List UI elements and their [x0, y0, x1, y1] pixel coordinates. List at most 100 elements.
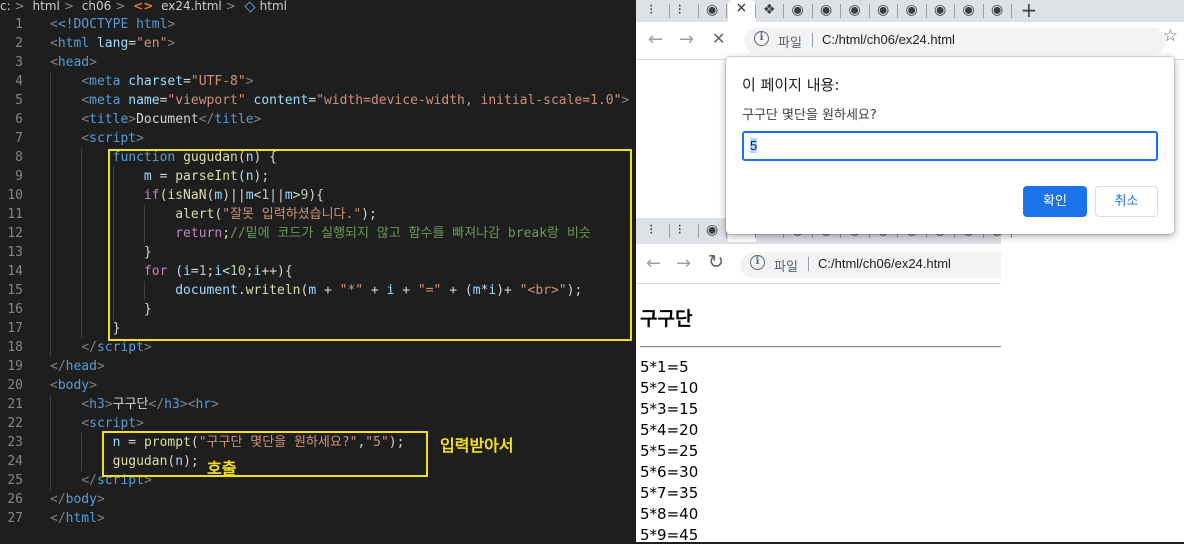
line-number: 8 [15, 150, 23, 165]
code-token: "width=device-width, initial-scale=1.0" [316, 93, 622, 108]
code-punct: < [50, 17, 58, 32]
code-punct: > [167, 36, 176, 51]
code-punct: </ [50, 492, 66, 507]
code-punct [50, 131, 81, 146]
code-line[interactable]: 19 </head> [0, 357, 636, 376]
tab[interactable]: ◉ [927, 0, 955, 22]
result-line: 5*4=20 [640, 421, 699, 439]
code-text: <title>Document</title> [50, 110, 261, 129]
stop-icon[interactable]: ✕ [712, 29, 725, 48]
tab[interactable]: ◉ [899, 0, 927, 22]
tab-active[interactable]: × [727, 0, 756, 22]
code-line[interactable]: 20 <body> [0, 376, 636, 395]
code-token: title [214, 112, 254, 127]
code-text: <meta name="viewport" content="width=dev… [50, 91, 629, 110]
forward-icon[interactable]: → [676, 253, 691, 274]
tab-favicon-icon: ⁝ [677, 2, 682, 18]
tab-favicon-icon: ⁝ [677, 222, 682, 238]
code-line[interactable]: 6 <title>Document</title> [0, 110, 636, 129]
back-icon[interactable]: ← [646, 253, 661, 274]
address-bar[interactable]: i 파일 C:/html/ch06/ex24.html [744, 28, 1166, 54]
code-line[interactable]: 26 </body> [0, 490, 636, 509]
reload-icon[interactable]: ↻ [708, 251, 724, 273]
info-icon[interactable]: i [750, 255, 765, 270]
back-icon[interactable]: ← [648, 29, 663, 50]
close-tab-icon[interactable]: × [736, 0, 748, 16]
divider [812, 33, 813, 47]
new-tab-icon[interactable]: + [1021, 0, 1038, 22]
line-number: 10 [7, 188, 23, 203]
tab[interactable]: ◉ [813, 0, 841, 22]
line-number: 19 [7, 359, 23, 374]
bookmark-star-icon[interactable]: ☆ [1163, 26, 1178, 46]
dialog-message: 구구단 몇단을 원하세요? [742, 108, 877, 123]
code-token: name [128, 93, 160, 108]
tab[interactable]: ⁝ [671, 0, 699, 22]
line-number: 26 [7, 492, 23, 507]
breadcrumb-symbol[interactable]: html [260, 0, 287, 13]
code-punct [50, 340, 81, 355]
code-token: h3 [164, 397, 180, 412]
tab[interactable]: ⁝ [671, 220, 699, 242]
code-punct: > [143, 340, 152, 355]
code-punct: < [81, 112, 90, 127]
tab[interactable]: ◉ [785, 0, 813, 22]
code-text: <h3>구구단</h3><hr> [50, 395, 219, 414]
code-token: head [65, 359, 97, 374]
code-line[interactable]: 4 <meta charset="UTF-8"> [0, 72, 636, 91]
code-punct: > [96, 511, 105, 526]
code-line[interactable]: 1 <<!DOCTYPE html> [0, 15, 636, 34]
ok-button[interactable]: 확인 [1023, 186, 1087, 217]
url-text[interactable]: C:/html/ch06/ex24.html [818, 256, 951, 271]
url-text[interactable]: C:/html/ch06/ex24.html [822, 32, 955, 47]
code-punct: > [104, 397, 113, 412]
code-line[interactable]: 7 <script> [0, 129, 636, 148]
tab[interactable]: ◉ [984, 0, 1012, 22]
breadcrumb-file[interactable]: ex24.html [161, 0, 222, 13]
tab[interactable]: ❖ [756, 0, 784, 22]
result-line: 5*7=35 [640, 484, 699, 502]
annotation-call: 호출 [207, 459, 237, 478]
code-token: head [57, 55, 90, 70]
tab[interactable]: ◉ [842, 0, 870, 22]
code-line[interactable]: 27 </html> [0, 509, 636, 528]
line-number: 14 [7, 264, 23, 279]
breadcrumb-drive[interactable]: c: [0, 0, 11, 13]
code-punct: < [81, 397, 90, 412]
forward-icon[interactable]: → [679, 29, 694, 50]
code-punct [128, 17, 136, 32]
line-number: 16 [7, 302, 23, 317]
code-line[interactable]: 5 <meta name="viewport" content="width=d… [0, 91, 636, 110]
cancel-button[interactable]: 취소 [1095, 186, 1158, 217]
prompt-input[interactable]: 5 [742, 131, 1158, 161]
code-punct [50, 416, 81, 431]
breadcrumb-folder-ch06[interactable]: ch06 [82, 0, 111, 13]
tab[interactable]: ◉ [870, 0, 898, 22]
code-token: meta [89, 93, 121, 108]
code-text: <script> [50, 129, 144, 148]
code-punct: = [128, 36, 137, 51]
code-line[interactable]: 21 <h3>구구단</h3><hr> [0, 395, 636, 414]
tab[interactable]: ◉ [699, 220, 727, 242]
code-token: html [57, 36, 90, 51]
tab[interactable]: ◉ [956, 0, 984, 22]
line-number: 5 [15, 93, 23, 108]
code-editor[interactable]: c: > html > ch06 > <> ex24.html > html 1 <<!D… [0, 0, 636, 542]
tab[interactable]: ⁝ [642, 0, 670, 22]
code-punct: </ [148, 397, 165, 412]
tab[interactable]: ⁝ [642, 220, 670, 242]
tab-favicon-icon: ⁝ [649, 2, 654, 18]
code-text: <body> [50, 376, 97, 395]
line-number: 22 [7, 416, 23, 431]
code-punct: = [308, 93, 317, 108]
tab[interactable]: ◉ [699, 0, 727, 22]
address-bar[interactable]: i 파일 C:/html/ch06/ex24.html [740, 252, 1001, 278]
info-icon[interactable]: i [754, 31, 769, 46]
code-line[interactable]: 3 <head> [0, 53, 636, 72]
code-token: script [89, 416, 137, 431]
breadcrumb-folder-html[interactable]: html [33, 0, 60, 13]
dialog-title: 이 페이지 내용: [742, 76, 840, 94]
code-line[interactable]: 2 <html lang="en"> [0, 34, 636, 53]
code-punct: > [96, 359, 105, 374]
html-file-icon: <> [133, 0, 154, 13]
